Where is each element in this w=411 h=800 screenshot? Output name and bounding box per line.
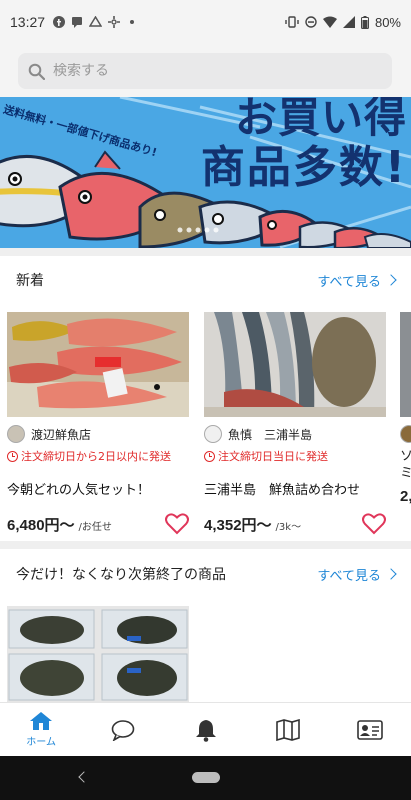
product-price: 2, (400, 488, 411, 505)
chat-icon (111, 719, 135, 741)
new-arrivals-header: 新着 すべて見る (0, 258, 411, 302)
message-icon (72, 17, 83, 28)
home-icon (30, 712, 53, 730)
search-bar[interactable] (18, 53, 392, 89)
chevron-right-icon (385, 568, 397, 580)
limited-offers-title: 今だけ！なくなり次第終了の商品 (16, 567, 226, 583)
product-image (7, 606, 189, 702)
product-image (400, 312, 411, 417)
limited-offers-header: 今だけ！なくなり次第終了の商品 すべて見る (0, 552, 411, 596)
shipping-info: 注文締切日当日に発送 (204, 448, 386, 464)
product-card[interactable]: ソ ミ 2, (400, 312, 411, 505)
nav-chat[interactable] (82, 703, 164, 756)
system-navigation-bar (0, 756, 411, 800)
nav-home[interactable]: ホーム (0, 703, 82, 756)
product-price: 6,480円〜 (7, 517, 75, 534)
clock-icon (7, 450, 18, 462)
system-indicators: 80% (285, 15, 401, 30)
clock-icon (204, 450, 215, 462)
price-row: 6,480円〜 /お任せ (7, 511, 189, 535)
shop-avatar (7, 425, 25, 443)
shop-row (400, 424, 411, 444)
facebook-icon (53, 16, 66, 28)
vibrate-icon (285, 16, 299, 28)
bottom-navigation: ホーム (0, 702, 411, 756)
product-price: 4,352円〜 (204, 517, 272, 534)
search-header (0, 44, 411, 98)
product-image (204, 312, 386, 417)
see-all-limited-link[interactable]: すべて見る (317, 565, 397, 584)
product-unit: /お任せ (78, 522, 112, 533)
product-card[interactable]: 魚慎 三浦半島 注文締切日当日に発送 三浦半島 鮮魚詰め合わせ 4,352円〜 … (204, 312, 386, 535)
status-time: 13:27 (10, 14, 46, 30)
notification-icons (53, 16, 135, 28)
pinwheel-icon (108, 16, 121, 28)
chevron-right-icon (385, 274, 397, 286)
shop-name: 渡辺鮮魚店 (31, 427, 92, 442)
product-name: ソ (400, 449, 411, 464)
see-all-new-link[interactable]: すべて見る (317, 271, 397, 290)
favorite-heart-icon[interactable] (362, 513, 386, 535)
section-divider (0, 541, 411, 549)
back-icon[interactable] (78, 771, 90, 783)
search-input[interactable] (53, 63, 353, 79)
product-unit: /3k〜 (275, 522, 302, 533)
product-card[interactable]: 渡辺鮮魚店 注文締切日から2日以内に発送 今朝どれの人気セット！ 6,480円〜… (7, 312, 189, 535)
shipping-info: 注文締切日から2日以内に発送 (7, 448, 189, 464)
shipping-text: 注文締切日当日に発送 (218, 450, 328, 463)
status-bar: 13:27 80% (0, 0, 411, 44)
shop-avatar (400, 425, 411, 443)
shipping-text: 注文締切日から2日以内に発送 (21, 450, 171, 463)
profile-card-icon (357, 719, 383, 740)
home-pill-icon[interactable] (192, 772, 220, 783)
nav-notifications[interactable] (164, 703, 246, 756)
shop-name: 魚慎 三浦半島 (228, 427, 313, 442)
product-image (7, 312, 189, 417)
map-icon (275, 718, 300, 741)
product-card[interactable] (7, 606, 189, 702)
drive-icon (89, 16, 103, 27)
signal-icon (342, 16, 355, 28)
new-arrivals-title: 新着 (16, 273, 44, 289)
section-divider (0, 248, 411, 256)
battery-percent: 80% (374, 14, 401, 30)
see-all-label: すべて見る (317, 568, 381, 584)
shop-row: 魚慎 三浦半島 (204, 424, 386, 444)
banner-headline-line1: お買い得 (234, 97, 407, 142)
promo-banner[interactable]: 送料無料・一部値下げ商品あり! お買い得 商品多数! (0, 97, 411, 248)
bell-icon (195, 719, 216, 742)
shop-avatar (204, 425, 222, 443)
nav-home-label: ホーム (26, 737, 56, 748)
nav-profile[interactable] (329, 703, 411, 756)
see-all-label: すべて見る (317, 274, 381, 290)
price-row: 4,352円〜 /3k〜 (204, 511, 386, 535)
wifi-icon (322, 16, 337, 28)
favorite-heart-icon[interactable] (165, 513, 189, 535)
nav-map[interactable] (247, 703, 329, 756)
more-notifications-dot (130, 20, 135, 24)
battery-icon (360, 15, 369, 29)
banner-headline-line2: 商品多数! (200, 142, 407, 193)
product-name: 三浦半島 鮮魚詰め合わせ (204, 483, 361, 498)
search-icon (28, 63, 45, 80)
do-not-disturb-icon (305, 16, 317, 28)
banner-headline: お買い得 商品多数! (201, 97, 407, 193)
product-name: 今朝どれの人気セット！ (7, 483, 151, 498)
product-name-line2: ミ (400, 466, 411, 481)
shop-row: 渡辺鮮魚店 (7, 424, 189, 444)
